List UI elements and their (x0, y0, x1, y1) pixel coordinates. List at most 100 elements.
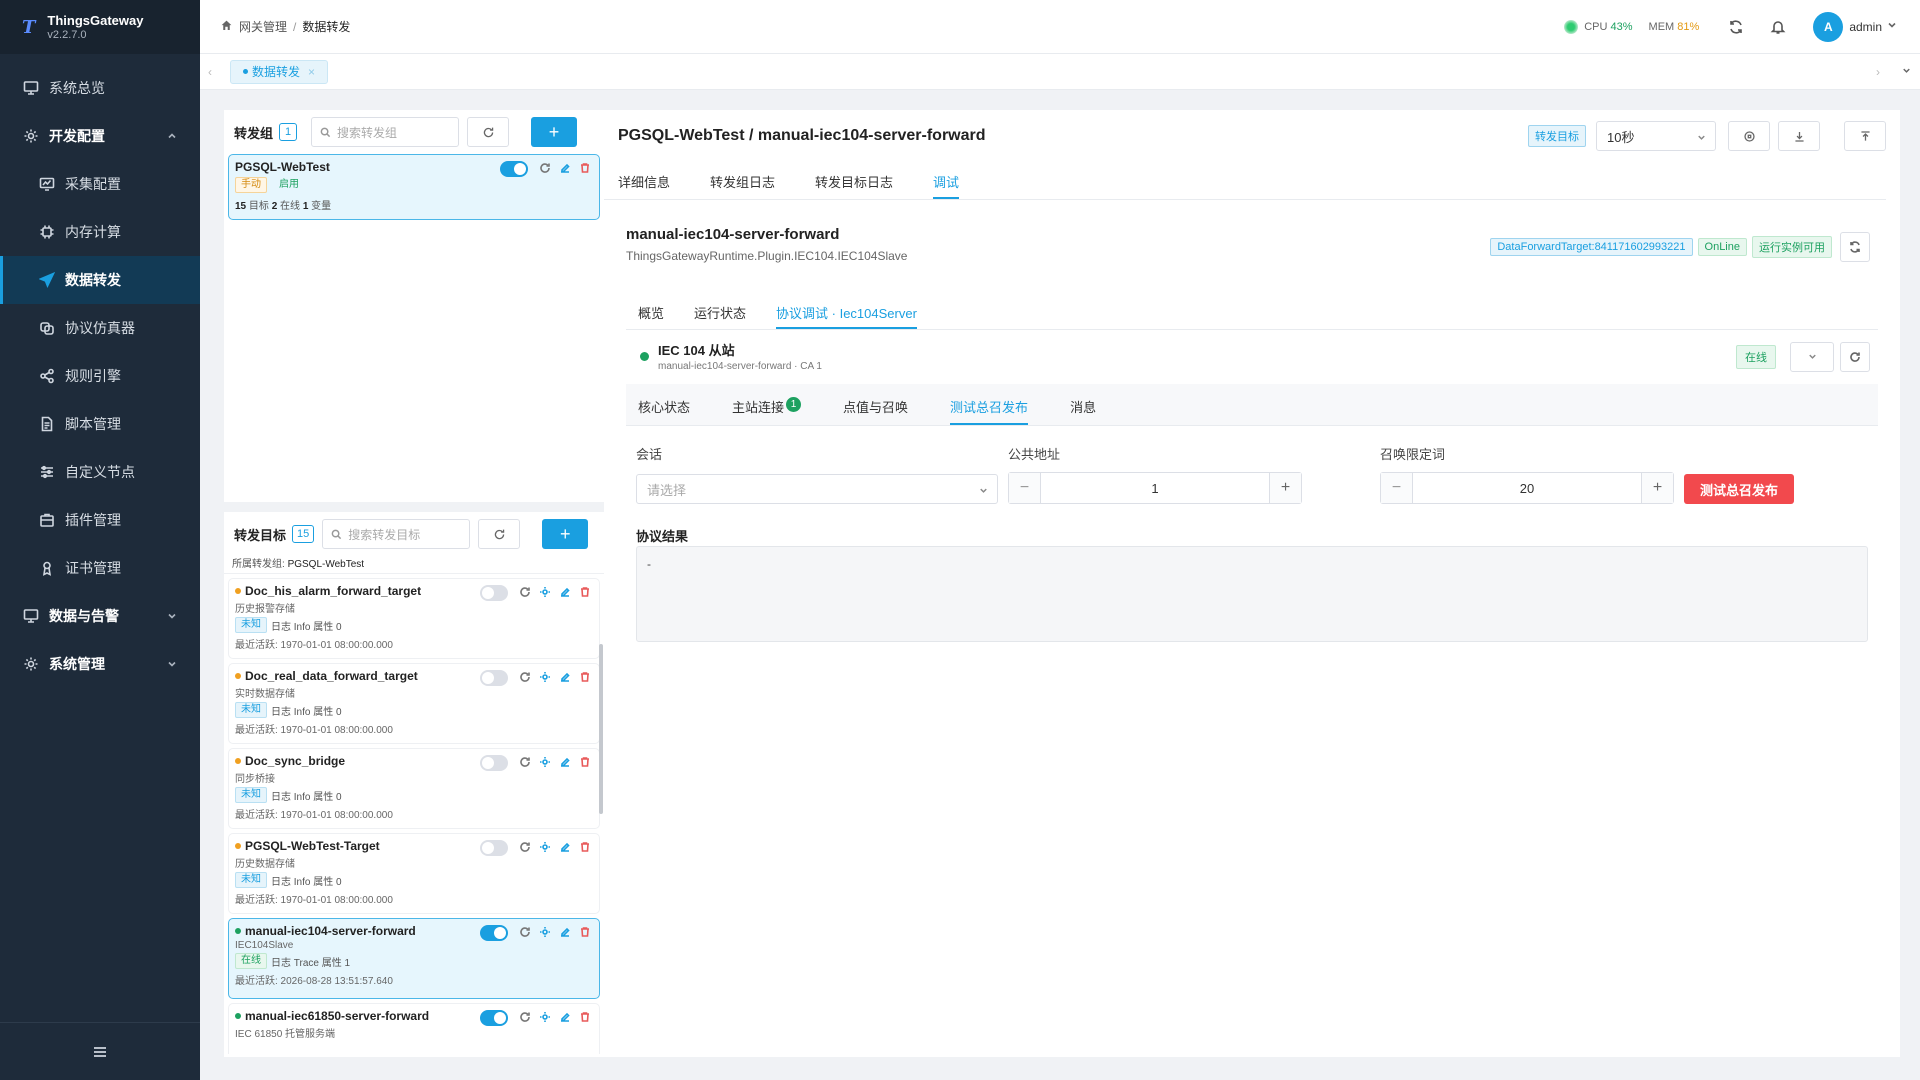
chevron-down-icon[interactable] (1882, 19, 1898, 34)
menu-item-rule-engine[interactable]: 规则引擎 (0, 352, 200, 400)
edit-icon[interactable] (559, 756, 573, 770)
group-card[interactable]: PGSQL-WebTest 手动 启用 15 目标 2 在线 1 变量 (228, 154, 600, 220)
target-enable-toggle[interactable] (480, 755, 508, 771)
edit-icon[interactable] (559, 1011, 573, 1025)
decrement-button[interactable]: − (1381, 473, 1413, 503)
tab-master-connections[interactable]: 主站连接 1 (732, 384, 802, 425)
delete-icon[interactable] (579, 162, 593, 176)
menu-item-collect-config[interactable]: 采集配置 (0, 160, 200, 208)
tab-details[interactable]: 详细信息 (618, 162, 670, 199)
menu-item-protocol-simulator[interactable]: 协议仿真器 (0, 304, 200, 352)
gear-icon[interactable] (539, 926, 553, 940)
menu-item-plugin-manage[interactable]: 插件管理 (0, 496, 200, 544)
groups-refresh-button[interactable] (467, 117, 510, 147)
bell-icon[interactable] (1767, 16, 1789, 38)
tab-run-state[interactable]: 运行状态 (694, 292, 746, 329)
tab-debug[interactable]: 调试 (933, 162, 960, 199)
target-card[interactable]: PGSQL-WebTest-Target 历史数据存储 未知 日志 Info 属性… (228, 833, 600, 914)
delete-icon[interactable] (579, 1011, 593, 1025)
stop-button[interactable] (1728, 121, 1770, 151)
refresh-icon[interactable] (519, 926, 533, 940)
target-search-input[interactable]: 搜索转发目标 (322, 519, 471, 549)
delete-icon[interactable] (579, 671, 593, 685)
gear-icon[interactable] (539, 1011, 553, 1025)
edit-icon[interactable] (559, 586, 573, 600)
tab-target-log[interactable]: 转发目标日志 (815, 162, 893, 199)
target-card[interactable]: Doc_his_alarm_forward_target 历史报警存储 未知 日志… (228, 578, 600, 659)
expand-button[interactable] (1790, 342, 1834, 372)
refresh-icon[interactable] (519, 671, 533, 685)
refresh-icon[interactable] (519, 756, 533, 770)
common-address-stepper[interactable]: − 1 + (1008, 472, 1302, 504)
avatar[interactable]: A (1813, 11, 1844, 42)
target-card[interactable]: manual-iec61850-server-forward IEC 61850… (228, 1003, 600, 1054)
delete-icon[interactable] (579, 841, 593, 855)
add-target-button[interactable]: + (542, 519, 589, 549)
refresh-icon[interactable] (519, 1011, 533, 1025)
tabs-scroll-left-icon[interactable]: ‹ (200, 65, 220, 79)
slave-refresh-button[interactable] (1840, 342, 1870, 372)
refresh-icon[interactable] (539, 162, 553, 176)
tab-test-general-interrogation[interactable]: 测试总召发布 (950, 384, 1029, 425)
page-tab-data-forward[interactable]: 数据转发 × (230, 59, 329, 84)
gear-icon[interactable] (539, 586, 553, 600)
tab-group-log[interactable]: 转发组日志 (710, 162, 775, 199)
qoi-value[interactable]: 20 (1413, 473, 1641, 503)
target-card[interactable]: Doc_sync_bridge 同步桥接 未知 日志 Info 属性 0 最近活跃… (228, 748, 600, 829)
sidebar-collapse-button[interactable] (0, 1022, 200, 1080)
user-name[interactable]: admin (1849, 20, 1882, 34)
tab-points-interrogation[interactable]: 点值与召唤 (843, 384, 908, 425)
tab-messages[interactable]: 消息 (1070, 384, 1096, 425)
menu-group-system-manage[interactable]: 系统管理 (0, 640, 200, 688)
refresh-icon[interactable] (519, 586, 533, 600)
menu-item-custom-node[interactable]: 自定义节点 (0, 448, 200, 496)
refresh-icon[interactable] (519, 841, 533, 855)
edit-icon[interactable] (559, 162, 573, 176)
menu-group-dev-config[interactable]: 开发配置 (0, 112, 200, 160)
gear-icon[interactable] (539, 671, 553, 685)
refresh-icon[interactable] (1725, 16, 1747, 38)
edit-icon[interactable] (559, 671, 573, 685)
test-general-interrogation-button[interactable]: 测试总召发布 (1684, 474, 1794, 504)
breadcrumb-root[interactable]: 网关管理 (239, 18, 287, 35)
refresh-interval-select[interactable]: 10秒 (1596, 121, 1716, 151)
home-icon[interactable] (220, 19, 239, 35)
download-button[interactable] (1778, 121, 1820, 151)
decrement-button[interactable]: − (1009, 473, 1041, 503)
delete-icon[interactable] (579, 586, 593, 600)
delete-icon[interactable] (579, 756, 593, 770)
menu-item-data-forward[interactable]: 数据转发 (0, 256, 200, 304)
increment-button[interactable]: + (1641, 473, 1673, 503)
menu-item-cert-manage[interactable]: 证书管理 (0, 544, 200, 592)
delete-icon[interactable] (579, 926, 593, 940)
tab-core-state[interactable]: 核心状态 (638, 384, 690, 425)
increment-button[interactable]: + (1269, 473, 1301, 503)
gear-icon[interactable] (539, 841, 553, 855)
tabs-scroll-right-icon[interactable]: › (1864, 65, 1892, 79)
menu-item-overview[interactable]: 系统总览 (0, 64, 200, 112)
target-card-selected[interactable]: manual-iec104-server-forward IEC104Slave… (228, 918, 600, 999)
target-enable-toggle[interactable] (480, 585, 508, 601)
tab-overview[interactable]: 概览 (638, 292, 664, 329)
target-list-scrollbar[interactable] (599, 644, 603, 814)
session-select[interactable]: 请选择 (636, 474, 998, 504)
tab-protocol-debug[interactable]: 协议调试 · Iec104Server (776, 292, 917, 329)
menu-group-data-alarm[interactable]: 数据与告警 (0, 592, 200, 640)
common-address-value[interactable]: 1 (1041, 473, 1269, 503)
targets-refresh-button[interactable] (478, 519, 521, 549)
target-enable-toggle[interactable] (480, 840, 508, 856)
instance-refresh-button[interactable] (1840, 232, 1870, 262)
close-icon[interactable]: × (308, 65, 315, 79)
edit-icon[interactable] (559, 926, 573, 940)
chevron-down-icon[interactable] (1892, 65, 1920, 79)
edit-icon[interactable] (559, 841, 573, 855)
group-search-input[interactable]: 搜索转发组 (311, 117, 460, 147)
menu-item-memory-compute[interactable]: 内存计算 (0, 208, 200, 256)
upload-button[interactable] (1844, 121, 1886, 151)
menu-item-script-manage[interactable]: 脚本管理 (0, 400, 200, 448)
target-enable-toggle[interactable] (480, 670, 508, 686)
qoi-stepper[interactable]: − 20 + (1380, 472, 1674, 504)
target-enable-toggle[interactable] (480, 925, 508, 941)
target-enable-toggle[interactable] (480, 1010, 508, 1026)
group-enable-toggle[interactable] (500, 161, 528, 177)
